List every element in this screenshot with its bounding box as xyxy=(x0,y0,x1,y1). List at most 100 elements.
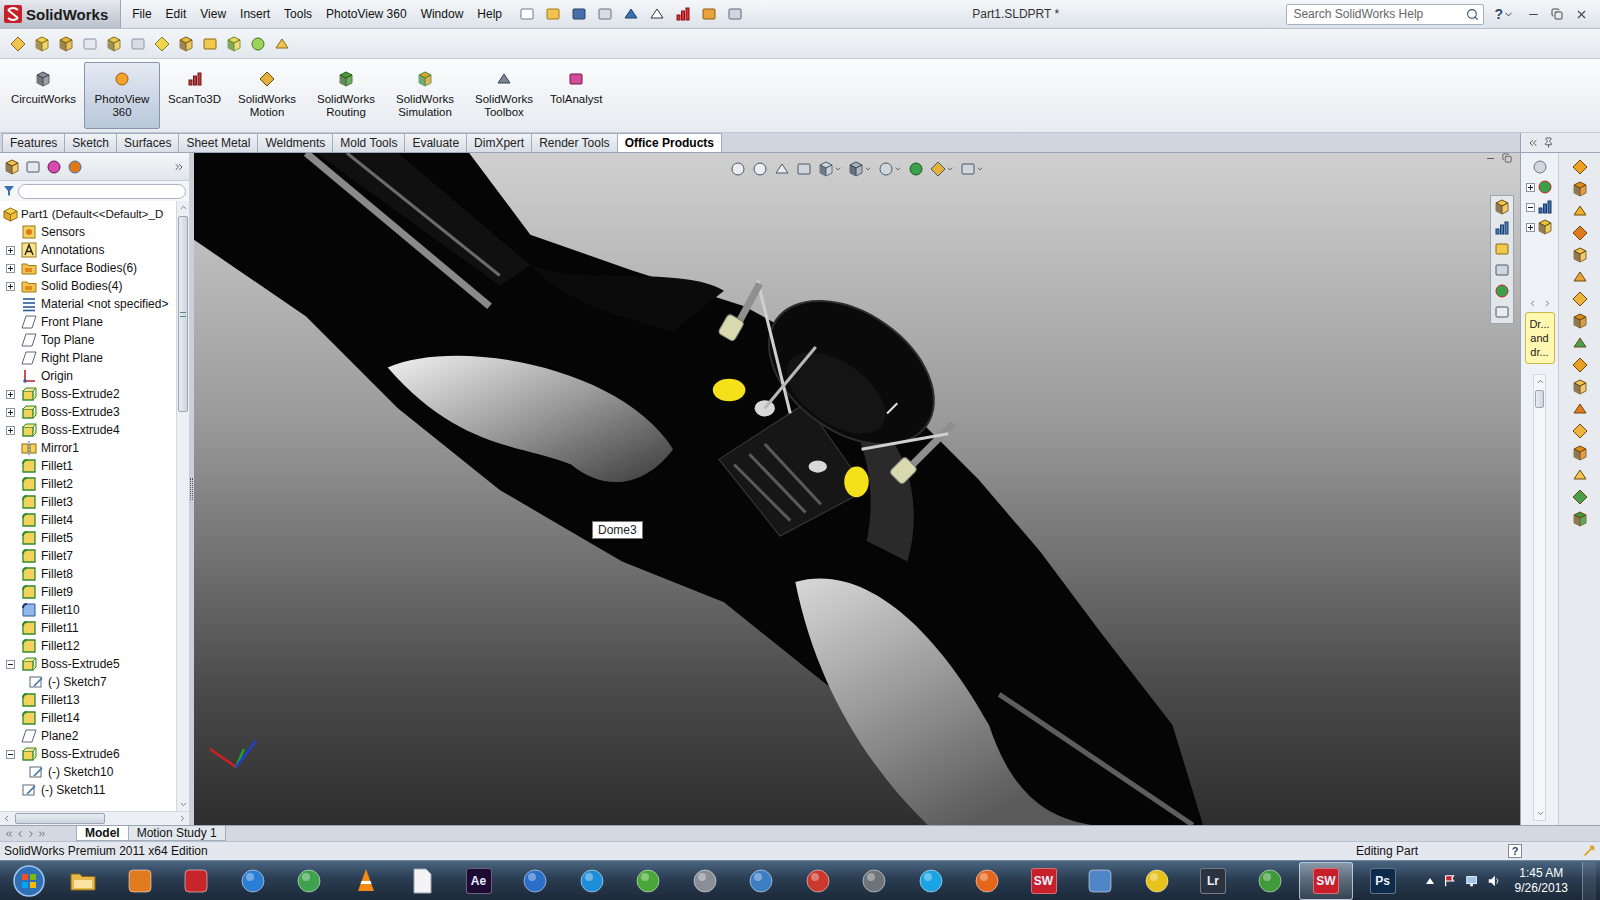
view-tool-button[interactable] xyxy=(729,159,747,179)
tree-item[interactable]: Boss-Extrude4 xyxy=(0,421,176,439)
open-icon[interactable] xyxy=(545,6,561,22)
command-icon[interactable] xyxy=(417,71,433,87)
scroll-up-icon[interactable] xyxy=(179,203,188,212)
command-tab[interactable]: Office Products xyxy=(617,133,722,152)
taskbar-app[interactable] xyxy=(56,862,110,900)
command-icon[interactable] xyxy=(496,71,512,87)
property-manager-icon[interactable] xyxy=(25,159,41,175)
taskbar-app[interactable]: SW xyxy=(1017,862,1071,900)
shortcut-button[interactable] xyxy=(1570,157,1590,176)
tree-item[interactable]: Annotations xyxy=(0,241,176,259)
filter-field[interactable] xyxy=(18,184,186,199)
toolbar-button[interactable] xyxy=(56,34,76,54)
shortcut-button[interactable] xyxy=(1570,333,1590,352)
first-icon[interactable] xyxy=(4,829,14,839)
quick-tool-button[interactable] xyxy=(543,4,563,24)
search-box[interactable] xyxy=(1286,4,1484,25)
shortcut-icon[interactable] xyxy=(1572,467,1588,483)
taskbar-app[interactable]: Ae xyxy=(452,862,506,900)
toolbar-button[interactable] xyxy=(128,34,148,54)
collapse-icon[interactable] xyxy=(1527,137,1539,149)
display-manager-icon[interactable] xyxy=(67,159,83,175)
shortcut-icon[interactable] xyxy=(1572,423,1588,439)
feature-tool-icon[interactable] xyxy=(106,36,122,52)
view-tool-button[interactable] xyxy=(929,159,955,179)
rebuild-icon[interactable] xyxy=(675,6,691,22)
scroll-right-icon[interactable] xyxy=(1543,299,1552,308)
shortcut-icon[interactable] xyxy=(1572,401,1588,417)
shortcut-button[interactable] xyxy=(1570,311,1590,330)
view-tool-icon[interactable] xyxy=(908,161,924,177)
shortcut-icon[interactable] xyxy=(1572,335,1588,351)
view-tool-button[interactable] xyxy=(751,159,769,179)
menu-item[interactable]: File xyxy=(125,5,158,23)
toolbar-button[interactable] xyxy=(176,34,196,54)
tree-item[interactable]: Fillet11 xyxy=(0,619,176,637)
feature-tool-icon[interactable] xyxy=(82,36,98,52)
shortcut-button[interactable] xyxy=(1570,267,1590,286)
toolbar-button[interactable] xyxy=(224,34,244,54)
tree-item[interactable]: Front Plane xyxy=(0,313,176,331)
taskbar-app[interactable] xyxy=(960,862,1014,900)
shortcut-icon[interactable] xyxy=(1572,247,1588,263)
tree-item[interactable]: (-) Sketch7 xyxy=(0,673,176,691)
expander[interactable] xyxy=(6,660,15,669)
quick-tool-button[interactable] xyxy=(595,4,615,24)
select-icon[interactable] xyxy=(649,6,665,22)
scroll-down-icon[interactable] xyxy=(1536,809,1545,818)
shortcut-icon[interactable] xyxy=(1572,489,1588,505)
tree-scrollbar[interactable] xyxy=(176,201,189,811)
tree-item[interactable]: Origin xyxy=(0,367,176,385)
command-tab[interactable]: Sketch xyxy=(64,133,117,152)
new-icon[interactable] xyxy=(519,6,535,22)
task-pane-scrollbar[interactable] xyxy=(1533,374,1546,821)
menu-item[interactable]: View xyxy=(193,5,233,23)
menu-item[interactable]: Edit xyxy=(159,5,194,23)
task-pane-tab-icon[interactable] xyxy=(1494,241,1510,257)
command-icon[interactable] xyxy=(568,71,584,87)
restore-icon[interactable] xyxy=(1502,153,1512,163)
tree-item[interactable]: Fillet7 xyxy=(0,547,176,565)
command-icon[interactable] xyxy=(187,71,203,87)
expander[interactable] xyxy=(6,426,15,435)
quick-tool-button[interactable] xyxy=(699,4,719,24)
scroll-up-icon[interactable] xyxy=(1536,377,1545,386)
shortcut-button[interactable] xyxy=(1570,179,1590,198)
taskbar-app[interactable]: Lr xyxy=(1186,862,1240,900)
model-render[interactable] xyxy=(194,153,1520,825)
tree-item[interactable]: Part1 (Default<<Default>_D xyxy=(0,205,176,223)
next-icon[interactable] xyxy=(26,829,36,839)
expand-icon[interactable] xyxy=(173,161,185,173)
configuration-icon[interactable] xyxy=(46,159,62,175)
command-tab[interactable]: Mold Tools xyxy=(332,133,405,152)
toolbar-button[interactable] xyxy=(248,34,268,54)
feature-tool-icon[interactable] xyxy=(226,36,242,52)
shortcut-button[interactable] xyxy=(1570,509,1590,528)
taskbar-app[interactable] xyxy=(339,862,393,900)
quick-tool-button[interactable] xyxy=(647,4,667,24)
shortcut-button[interactable] xyxy=(1570,201,1590,220)
view-tool-button[interactable] xyxy=(817,159,843,179)
shortcut-icon[interactable] xyxy=(1572,269,1588,285)
command-button[interactable]: ScanTo3D xyxy=(163,62,226,129)
shortcut-button[interactable] xyxy=(1570,377,1590,396)
toolbar-button[interactable] xyxy=(80,34,100,54)
file-properties-icon[interactable] xyxy=(701,6,717,22)
toolbar-button[interactable] xyxy=(272,34,292,54)
taskbar-app[interactable]: Ps xyxy=(1356,862,1410,900)
pin-icon[interactable] xyxy=(1543,137,1554,148)
task-pane-tab-icon[interactable] xyxy=(1494,262,1510,278)
view-tool-icon[interactable] xyxy=(960,161,976,177)
task-pane-tab[interactable] xyxy=(1493,219,1511,237)
task-pane-tab[interactable] xyxy=(1493,198,1511,216)
taskbar-app[interactable] xyxy=(1130,862,1184,900)
feature-tool-icon[interactable] xyxy=(34,36,50,52)
view-tool-icon[interactable] xyxy=(730,161,746,177)
quick-tool-button[interactable] xyxy=(621,4,641,24)
quick-tool-button[interactable] xyxy=(569,4,589,24)
task-pane-tab-icon[interactable] xyxy=(1494,304,1510,320)
menu-item[interactable]: Window xyxy=(414,5,471,23)
view-tool-icon[interactable] xyxy=(796,161,812,177)
task-pane-tab[interactable] xyxy=(1493,261,1511,279)
shortcut-icon[interactable] xyxy=(1572,159,1588,175)
